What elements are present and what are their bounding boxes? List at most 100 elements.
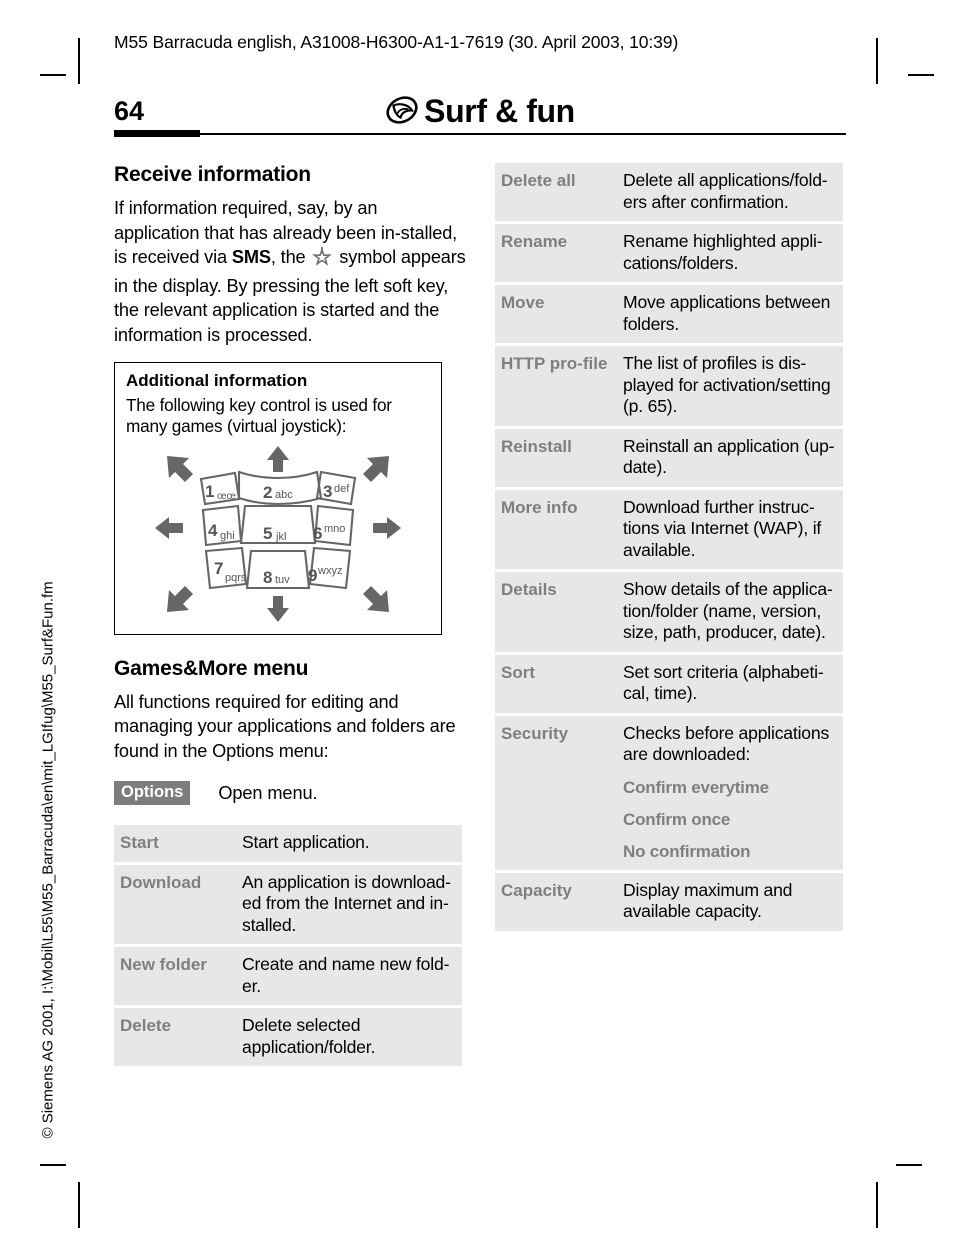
title-rule-accent — [114, 130, 200, 137]
menu-item-label: Delete all — [495, 163, 617, 224]
svg-text:3: 3 — [323, 482, 332, 501]
chapter-title: Surf & fun — [114, 92, 846, 133]
options-softkey-description: Open menu. — [218, 782, 318, 803]
svg-text:ghi: ghi — [220, 530, 235, 542]
menu-item-description: Delete all applications/fold-ers after c… — [617, 163, 843, 224]
security-option-no-confirmation[interactable]: No confirmation — [623, 841, 837, 862]
table-row: Capacity Display maximum and available c… — [495, 871, 843, 931]
menu-item-label: Rename — [495, 222, 617, 285]
page-number: 64 — [114, 96, 145, 126]
file-path-sidenote: © Siemens AG 2001, I:\Mobil\L55\M55_Barr… — [39, 581, 57, 1139]
menu-item-label: Reinstall — [495, 427, 617, 490]
left-column: Receive information If information requi… — [114, 163, 466, 1067]
left-menu-table: Start Start application. Download An app… — [114, 825, 462, 1067]
table-row: Reinstall Reinstall an application (up-d… — [495, 427, 843, 490]
crop-mark-bottom-left-vertical — [78, 1182, 80, 1228]
menu-item-description: Show details of the applica-tion/folder … — [617, 570, 843, 655]
svg-text:9: 9 — [308, 566, 317, 585]
svg-text:pqrs: pqrs — [225, 572, 247, 584]
menu-item-label: Delete — [114, 1006, 236, 1067]
svg-text:abc: abc — [275, 489, 293, 501]
menu-item-description: Move applications between folders. — [617, 283, 843, 346]
menu-item-description: Display maximum and available capacity. — [617, 871, 843, 931]
table-row: Details Show details of the applica-tion… — [495, 570, 843, 655]
table-row: Download An application is download-ed f… — [114, 863, 462, 948]
security-option-confirm-once[interactable]: Confirm once — [623, 809, 837, 830]
running-header: M55 Barracuda english, A31008-H6300-A1-1… — [114, 32, 679, 52]
menu-item-description: Delete selected application/folder. — [236, 1006, 462, 1067]
table-row: More info Download further instruc-tions… — [495, 488, 843, 572]
svg-text:1: 1 — [205, 482, 214, 501]
left-menu-table-wrapper: Start Start application. Download An app… — [114, 825, 466, 1067]
sms-bold-term: SMS — [231, 247, 271, 268]
menu-item-label: Capacity — [495, 871, 617, 931]
menu-item-description: Set sort criteria (alphabeti-cal, time). — [617, 653, 843, 716]
page-title-band: Surf & fun 64 — [114, 92, 846, 142]
table-row: New folder Create and name new fold-er. — [114, 945, 462, 1009]
menu-item-label: Security — [495, 714, 617, 873]
options-softkey-button[interactable]: Options — [114, 781, 191, 806]
title-rule — [114, 133, 846, 135]
menu-item-description: Checks before applications are downloade… — [617, 714, 843, 873]
menu-item-description: Create and name new fold-er. — [236, 945, 462, 1009]
globe-orbit-icon — [385, 95, 419, 133]
svg-text:tuv: tuv — [275, 574, 290, 586]
crop-mark-top-right-vertical — [876, 38, 878, 84]
svg-text:mno: mno — [324, 523, 345, 535]
svg-text:5: 5 — [263, 524, 272, 543]
receive-information-paragraph: If information required, say, by an appl… — [114, 196, 466, 348]
table-row: Delete Delete selected application/folde… — [114, 1006, 462, 1067]
menu-item-label: New folder — [114, 945, 236, 1009]
crop-mark-bottom-right-vertical — [876, 1182, 878, 1228]
menu-item-description: Start application. — [236, 825, 462, 865]
menu-item-description: The list of profiles is dis-played for a… — [617, 344, 843, 429]
crop-mark-top-left-horizontal — [40, 74, 66, 76]
menu-item-label: HTTP pro-file — [495, 344, 617, 429]
security-option-confirm-everytime[interactable]: Confirm everytime — [623, 777, 837, 798]
menu-item-label: Move — [495, 283, 617, 346]
menu-item-label: Sort — [495, 653, 617, 716]
svg-text:6: 6 — [313, 524, 322, 543]
svg-text:7: 7 — [214, 559, 223, 578]
chapter-title-text: Surf & fun — [424, 93, 575, 129]
menu-item-label: Details — [495, 570, 617, 655]
svg-text:œœ: œœ — [217, 491, 236, 502]
right-menu-table: Delete all Delete all applications/fold-… — [495, 163, 843, 931]
menu-item-description: An application is download-ed from the I… — [236, 863, 462, 948]
svg-text:def: def — [334, 483, 350, 495]
receive-information-heading: Receive information — [114, 163, 311, 186]
table-row: Security Checks before applications are … — [495, 714, 843, 873]
menu-item-description: Rename highlighted appli-cations/folders… — [617, 222, 843, 285]
table-row: Sort Set sort criteria (alphabeti-cal, t… — [495, 653, 843, 716]
crop-mark-top-right-horizontal — [908, 74, 934, 76]
games-more-menu-heading: Games&More menu — [114, 656, 309, 680]
svg-text:2: 2 — [263, 483, 272, 502]
svg-text:jkl: jkl — [275, 531, 286, 543]
menu-item-label: Start — [114, 825, 236, 865]
options-softkey-row: Options Open menu. — [114, 781, 466, 806]
additional-information-box: Additional information The following key… — [114, 361, 442, 635]
star-download-icon — [311, 246, 333, 274]
table-row: Delete all Delete all applications/fold-… — [495, 163, 843, 224]
crop-mark-bottom-right-horizontal — [896, 1164, 922, 1166]
crop-mark-bottom-left-horizontal — [40, 1164, 66, 1166]
table-row: Move Move applications between folders. — [495, 283, 843, 346]
crop-mark-top-left-vertical — [78, 38, 80, 84]
receive-text-part2: , the — [270, 247, 311, 268]
games-more-menu-paragraph: All functions required for editing and m… — [114, 691, 456, 761]
svg-text:4: 4 — [208, 521, 218, 540]
table-row: Rename Rename highlighted appli-cations/… — [495, 222, 843, 285]
menu-item-description: Reinstall an application (up-date). — [617, 427, 843, 490]
menu-item-label: Download — [114, 863, 236, 948]
security-description-text: Checks before applications are downloade… — [623, 722, 830, 765]
menu-item-description: Download further instruc-tions via Inter… — [617, 488, 843, 572]
svg-text:8: 8 — [263, 568, 272, 587]
virtual-joystick-keypad-figure: 1 œœ 2 abc 3 def 4 ghi 5 jkl 6 mno 7 pqrs 8 tuv … — [155, 445, 401, 622]
additional-information-text: The following key control is used for ma… — [126, 394, 392, 437]
right-column: Delete all Delete all applications/fold-… — [495, 163, 847, 931]
additional-information-title: Additional information — [126, 370, 308, 390]
svg-text:wxyz: wxyz — [317, 565, 342, 577]
menu-item-label: More info — [495, 488, 617, 572]
table-row: HTTP pro-file The list of profiles is di… — [495, 344, 843, 429]
table-row: Start Start application. — [114, 825, 462, 865]
